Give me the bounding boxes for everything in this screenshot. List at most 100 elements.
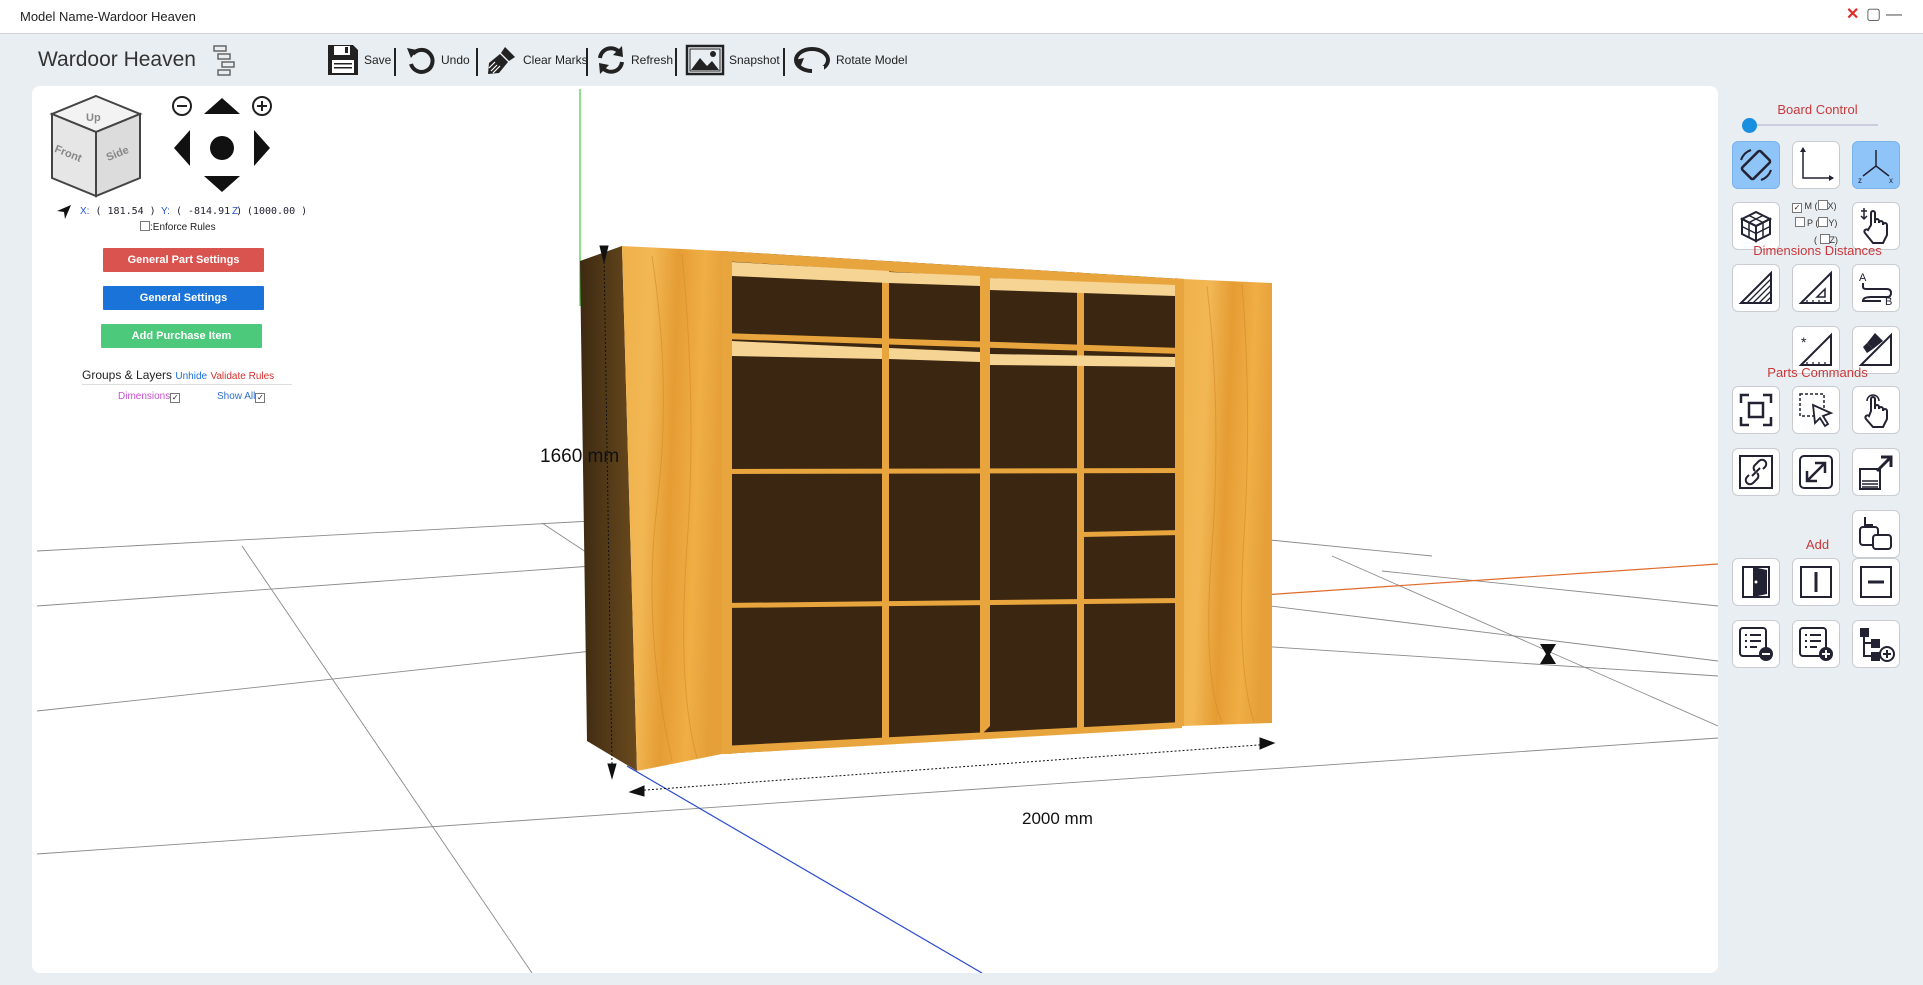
rotate-model-button[interactable]: Rotate Model xyxy=(792,40,907,80)
toolbar-separator xyxy=(675,48,677,76)
width-dimension-label: 2000 mm xyxy=(1022,809,1093,828)
add-vertical-panel-button[interactable] xyxy=(1792,558,1840,606)
horizontal-divider-icon xyxy=(1860,566,1892,598)
y-check-box[interactable] xyxy=(1818,217,1829,227)
list-minus-icon xyxy=(1739,627,1773,661)
mirror-toggles: ✓ M (X) P (Y) ( Z) xyxy=(1792,198,1852,249)
general-settings-button[interactable]: General Settings xyxy=(103,286,264,310)
board-control-title: Board Control xyxy=(1777,102,1858,117)
selection-cursor-icon xyxy=(1799,393,1834,428)
export-part-button[interactable] xyxy=(1852,448,1900,496)
3d-viewport[interactable]: 1660 mm 2000 mm Up Front Side X: (181.5… xyxy=(32,86,1718,973)
add-shelf-button[interactable] xyxy=(1852,558,1900,606)
coordinate-z: Z: (1000.00 ) xyxy=(232,206,308,217)
hand-pointer-icon xyxy=(1860,208,1888,244)
save-button[interactable]: Save xyxy=(326,40,391,80)
zoom-out-icon[interactable] xyxy=(172,96,192,116)
svg-text:*: * xyxy=(1801,334,1807,350)
resize-part-button[interactable] xyxy=(1792,448,1840,496)
select-area-button[interactable] xyxy=(1792,386,1840,434)
dimension-hatch-button[interactable] xyxy=(1732,264,1780,312)
layers-tree-icon[interactable] xyxy=(210,44,240,76)
dimensions-distances-title: Dimensions Distances xyxy=(1753,243,1882,258)
validate-rules-link[interactable]: Validate Rules xyxy=(210,371,274,382)
expand-arrows-icon xyxy=(1799,455,1833,489)
right-panel: Board Control z x ✓ M (X) P (Y) (Z) D… xyxy=(1722,86,1913,976)
wardrobe-model[interactable] xyxy=(580,246,1272,771)
distance-a-b-button[interactable]: A B xyxy=(1852,264,1900,312)
maximize-icon[interactable]: ▢ xyxy=(1866,6,1881,24)
pan-left-icon[interactable] xyxy=(174,130,190,166)
dimensions-toggle[interactable]: Dimensions ✓ xyxy=(118,391,181,403)
fit-view-button[interactable] xyxy=(1732,386,1780,434)
3d-scene[interactable]: 1660 mm 2000 mm xyxy=(32,86,1718,973)
refresh-button[interactable]: Refresh xyxy=(595,40,673,80)
undo-label: Undo xyxy=(441,53,470,67)
toolbar-separator xyxy=(394,48,396,76)
enforce-rules-checkbox[interactable]: :Enforce Rules xyxy=(140,221,216,233)
axes-3d-icon: z x xyxy=(1858,150,1893,184)
dimensions-label: Dimensions xyxy=(118,391,171,402)
view-cube-up[interactable]: Up xyxy=(86,112,101,124)
pan-right-icon[interactable] xyxy=(254,130,270,166)
export-arrow-icon xyxy=(1859,455,1893,490)
link-part-button[interactable] xyxy=(1732,448,1780,496)
coordinate-x: X: ( 181.54 ) xyxy=(80,206,156,217)
touch-select-button[interactable] xyxy=(1852,386,1900,434)
dimension-ruler-button[interactable] xyxy=(1792,264,1840,312)
show-all-toggle[interactable]: Show All ✓ xyxy=(217,391,266,403)
app-container: Wardoor Heaven Save Undo Clear Marks Ref… xyxy=(10,34,1913,979)
axes-2d-button[interactable] xyxy=(1792,141,1840,189)
ruler-brush-icon xyxy=(1858,332,1892,366)
zoom-in-icon[interactable] xyxy=(252,96,272,116)
rotate-model-label: Rotate Model xyxy=(836,53,908,67)
coordinate-x-value: ( 181.54 ) xyxy=(95,206,156,217)
pan-up-icon[interactable] xyxy=(204,98,240,114)
svg-text:z: z xyxy=(1858,176,1862,184)
view-cube[interactable]: Up Front Side xyxy=(48,92,144,200)
x-check-box[interactable] xyxy=(1817,200,1828,210)
app-name: Wardoor Heaven xyxy=(38,48,196,71)
floppy-disk-icon xyxy=(328,45,358,75)
add-title: Add xyxy=(1805,537,1830,552)
touch-hand-icon xyxy=(1864,394,1888,428)
add-list-item-button[interactable] xyxy=(1792,620,1840,668)
rotate-board-button[interactable] xyxy=(1732,141,1780,189)
snapshot-button[interactable]: Snapshot xyxy=(685,40,780,80)
board-slider-thumb[interactable] xyxy=(1742,118,1757,133)
p-y-toggle[interactable]: P (Y) xyxy=(1792,215,1852,232)
cube-grid-icon xyxy=(1739,210,1773,243)
add-group-button[interactable] xyxy=(1852,620,1900,668)
toolbar-separator xyxy=(783,48,785,76)
show-all-check-box[interactable]: ✓ xyxy=(255,393,266,403)
vertical-divider-icon xyxy=(1800,566,1832,598)
toolbar-separator xyxy=(586,48,588,76)
pan-down-icon[interactable] xyxy=(204,176,240,192)
clear-marks-button[interactable]: Clear Marks xyxy=(485,40,588,80)
dimensions-check-box[interactable]: ✓ xyxy=(170,393,181,403)
navigation-pad xyxy=(172,96,280,200)
groups-layers-header: Groups & Layers Unhide Validate Rules xyxy=(82,368,292,385)
m-check-box[interactable]: ✓ xyxy=(1792,203,1802,213)
board-slider-track[interactable] xyxy=(1752,124,1878,126)
enforce-rules-check-box[interactable] xyxy=(140,221,150,231)
center-view-icon[interactable] xyxy=(210,136,234,160)
p-check-box[interactable] xyxy=(1794,217,1805,227)
axes-2d-icon xyxy=(1800,147,1834,181)
general-part-settings-button[interactable]: General Part Settings xyxy=(103,248,264,272)
refresh-label: Refresh xyxy=(631,53,674,67)
close-icon[interactable]: ✕ xyxy=(1846,6,1859,24)
brush-icon xyxy=(488,47,515,74)
toolbar-separator xyxy=(476,48,478,76)
axes-3d-button[interactable]: z x xyxy=(1852,141,1900,189)
add-purchase-item-button[interactable]: Add Purchase Item xyxy=(101,324,262,348)
route-a-b-icon: A B xyxy=(1859,272,1892,307)
undo-button[interactable]: Undo xyxy=(405,40,470,80)
ruler-star-icon: * xyxy=(1798,332,1832,366)
remove-list-item-button[interactable] xyxy=(1732,620,1780,668)
unhide-link[interactable]: Unhide xyxy=(175,371,207,382)
add-door-button[interactable] xyxy=(1732,558,1780,606)
coordinate-y: Y: ( -814.91 ) xyxy=(161,206,243,217)
m-x-toggle[interactable]: ✓ M (X) xyxy=(1792,198,1852,215)
minimize-icon[interactable]: — xyxy=(1886,6,1902,24)
